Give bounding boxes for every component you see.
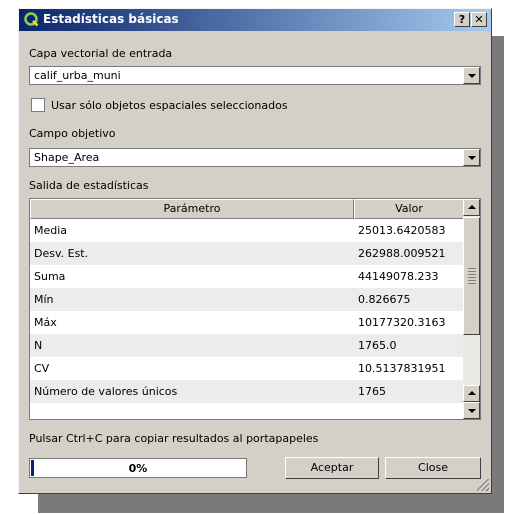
progress-bar: 0% xyxy=(29,458,247,478)
selected-only-label[interactable]: Usar sólo objetos espaciales seleccionad… xyxy=(51,99,288,112)
accept-button[interactable]: Aceptar xyxy=(285,457,379,479)
table-row[interactable]: Mín 0.826675 xyxy=(30,288,464,311)
statistics-table[interactable]: Parámetro Valor Media 25013.6420583 Desv… xyxy=(29,198,481,420)
close-window-button[interactable]: ✕ xyxy=(471,12,487,27)
value-cell: 262988.009521 xyxy=(358,247,446,260)
input-layer-value: calif_urba_muni xyxy=(34,69,121,82)
parameter-cell: N xyxy=(34,339,43,352)
column-header-parameter[interactable]: Parámetro xyxy=(30,199,354,219)
resize-grip-icon[interactable] xyxy=(477,479,489,491)
parameter-cell: CV xyxy=(34,362,50,375)
window-title: Estadísticas básicas xyxy=(43,12,179,26)
scrollbar-thumb[interactable] xyxy=(463,217,480,335)
chevron-down-icon xyxy=(468,74,476,78)
input-layer-dropdown-button[interactable] xyxy=(463,67,480,84)
copy-hint: Pulsar Ctrl+C para copiar resultados al … xyxy=(29,432,319,445)
value-cell: 25013.6420583 xyxy=(358,224,446,237)
parameter-cell: Suma xyxy=(34,270,66,283)
target-field-dropdown-button[interactable] xyxy=(463,149,480,166)
value-cell: 1765.0 xyxy=(358,339,397,352)
table-vertical-scrollbar[interactable] xyxy=(463,199,480,419)
parameter-cell: Desv. Est. xyxy=(34,247,89,260)
progress-label: 0% xyxy=(128,462,148,475)
qgis-icon xyxy=(24,12,39,27)
input-layer-label: Capa vectorial de entrada xyxy=(29,47,173,60)
statistics-dialog: Estadísticas básicas ? ✕ Capa vectorial … xyxy=(18,8,492,494)
help-button[interactable]: ? xyxy=(454,12,470,27)
chevron-up-icon xyxy=(468,205,476,209)
table-row[interactable]: Número de valores únicos 1765 xyxy=(30,380,464,403)
target-field-label: Campo objetivo xyxy=(29,127,116,140)
scroll-up-button-lower[interactable] xyxy=(463,385,480,402)
table-row[interactable]: Media 25013.6420583 xyxy=(30,219,464,242)
close-button[interactable]: Close xyxy=(385,457,481,479)
value-cell: 44149078.233 xyxy=(358,270,439,283)
chevron-down-icon xyxy=(468,409,476,413)
input-layer-select[interactable]: calif_urba_muni xyxy=(29,66,481,85)
table-row[interactable]: Suma 44149078.233 xyxy=(30,265,464,288)
value-cell: 10177320.3163 xyxy=(358,316,446,329)
output-label: Salida de estadísticas xyxy=(29,179,149,192)
column-header-value[interactable]: Valor xyxy=(354,199,464,219)
scroll-up-button[interactable] xyxy=(463,199,480,216)
parameter-cell: Número de valores únicos xyxy=(34,385,178,398)
target-field-select[interactable]: Shape_Area xyxy=(29,148,481,167)
parameter-cell: Media xyxy=(34,224,68,237)
parameter-cell: Máx xyxy=(34,316,57,329)
chevron-down-icon xyxy=(468,156,476,160)
title-bar[interactable]: Estadísticas básicas ? ✕ xyxy=(19,9,491,31)
value-cell: 1765 xyxy=(358,385,386,398)
selected-only-checkbox[interactable] xyxy=(31,98,45,112)
table-row[interactable]: N 1765.0 xyxy=(30,334,464,357)
grip-icon xyxy=(468,268,476,284)
scroll-down-button[interactable] xyxy=(463,402,480,419)
value-cell: 10.5137831951 xyxy=(358,362,446,375)
table-row[interactable]: Desv. Est. 262988.009521 xyxy=(30,242,464,265)
parameter-cell: Mín xyxy=(34,293,54,306)
chevron-up-icon xyxy=(468,391,476,395)
value-cell: 0.826675 xyxy=(358,293,411,306)
table-header: Parámetro Valor xyxy=(30,199,464,219)
table-row[interactable]: CV 10.5137831951 xyxy=(30,357,464,380)
target-field-value: Shape_Area xyxy=(34,151,100,164)
table-row[interactable]: Máx 10177320.3163 xyxy=(30,311,464,334)
